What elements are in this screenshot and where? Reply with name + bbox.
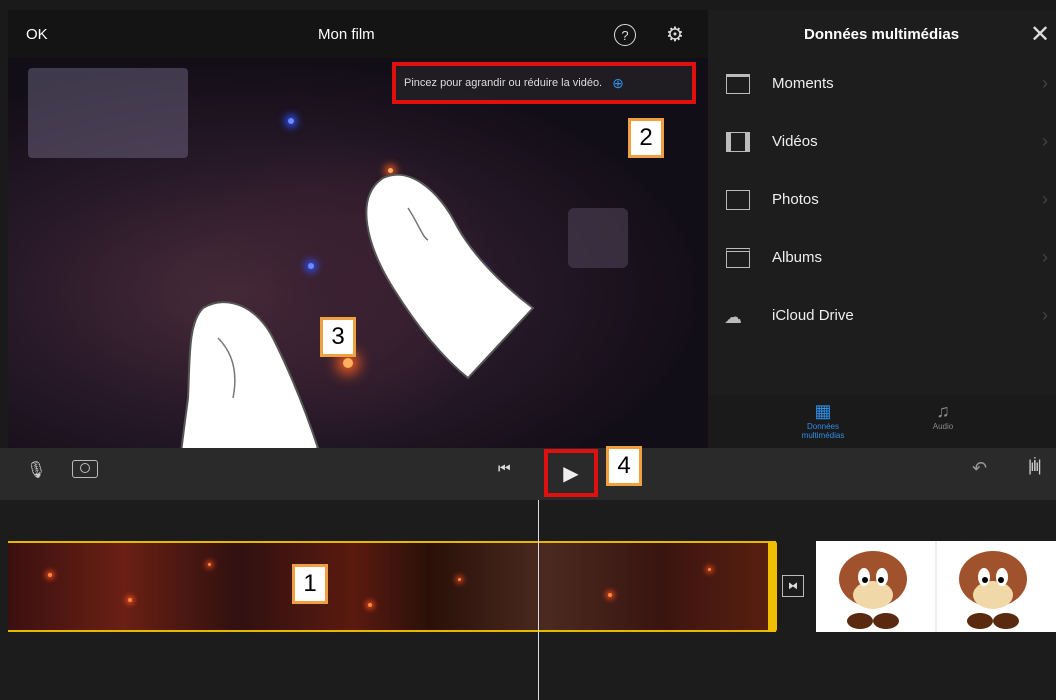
chevron-right-icon: › (1042, 131, 1048, 151)
ok-button[interactable]: OK (26, 26, 48, 43)
close-icon[interactable]: ✕ (1030, 20, 1050, 49)
skip-back-icon[interactable]: ⏮ (498, 460, 511, 477)
album-icon (726, 248, 750, 268)
chevron-right-icon: › (1042, 189, 1048, 209)
moments-icon (726, 74, 750, 94)
chevron-right-icon: › (1042, 247, 1048, 267)
transition-icon[interactable]: ⧓ (782, 575, 804, 597)
tab-label: Données multimédias (801, 422, 845, 440)
waveform-icon[interactable]: |ıİı| (1028, 458, 1042, 476)
media-item-photos[interactable]: Photos › (708, 173, 1056, 231)
media-item-label: iCloud Drive (772, 307, 854, 324)
play-button[interactable]: ▶ (544, 449, 598, 497)
media-item-videos[interactable]: Vidéos › (708, 115, 1056, 173)
cloud-icon: ☁ (724, 307, 742, 327)
pinch-finger-icon (180, 301, 320, 448)
media-item-label: Moments (772, 75, 834, 92)
video-preview[interactable] (8, 58, 708, 448)
pinch-finger-icon (365, 173, 535, 380)
microphone-icon[interactable]: 🎙 (26, 460, 46, 480)
hint-text: Pincez pour agrandir ou réduire la vidéo… (404, 77, 603, 89)
tab-label: Audio (932, 422, 954, 431)
media-item-label: Photos (772, 191, 819, 208)
undo-icon[interactable]: ↶ (972, 458, 987, 479)
media-item-moments[interactable]: Moments › (708, 57, 1056, 115)
tab-audio[interactable]: ♫ Audio (918, 401, 968, 431)
project-title: Mon film (318, 26, 375, 43)
tab-media[interactable]: ▦ Données multimédias (788, 401, 858, 440)
toolbar (0, 448, 1056, 500)
video-clip[interactable] (8, 541, 776, 632)
photo-icon (726, 190, 750, 210)
chevron-right-icon: › (1042, 305, 1048, 325)
media-icon: ▦ (814, 401, 832, 421)
help-icon[interactable]: ? (614, 24, 636, 46)
media-item-label: Vidéos (772, 133, 818, 150)
annotation-tag: 4 (606, 446, 642, 486)
panel-title: Données multimédias (804, 26, 960, 43)
annotation-tag: 1 (292, 564, 328, 604)
camera-icon[interactable] (72, 460, 98, 478)
play-icon: ▶ (563, 462, 579, 485)
gear-icon[interactable]: ⚙ (666, 22, 684, 47)
media-item-label: Albums (772, 249, 823, 266)
clip-trim-handle[interactable] (768, 541, 777, 632)
media-tab-bar: ▦ Données multimédias ♫ Audio (708, 395, 1056, 448)
video-icon (726, 132, 750, 152)
media-item-albums[interactable]: Albums › (708, 231, 1056, 289)
annotation-tag: 3 (320, 317, 356, 357)
pinch-zoom-hint: Pincez pour agrandir ou réduire la vidéo… (392, 62, 696, 104)
music-icon: ♫ (936, 401, 950, 421)
chevron-right-icon: › (1042, 73, 1048, 93)
media-item-icloud[interactable]: ☁ iCloud Drive › (708, 289, 1056, 347)
character-image (839, 541, 1027, 632)
annotation-tag: 2 (628, 118, 664, 158)
playhead[interactable] (538, 500, 539, 700)
zoom-in-icon: ⊕ (612, 74, 624, 91)
image-clip[interactable] (816, 541, 1056, 632)
